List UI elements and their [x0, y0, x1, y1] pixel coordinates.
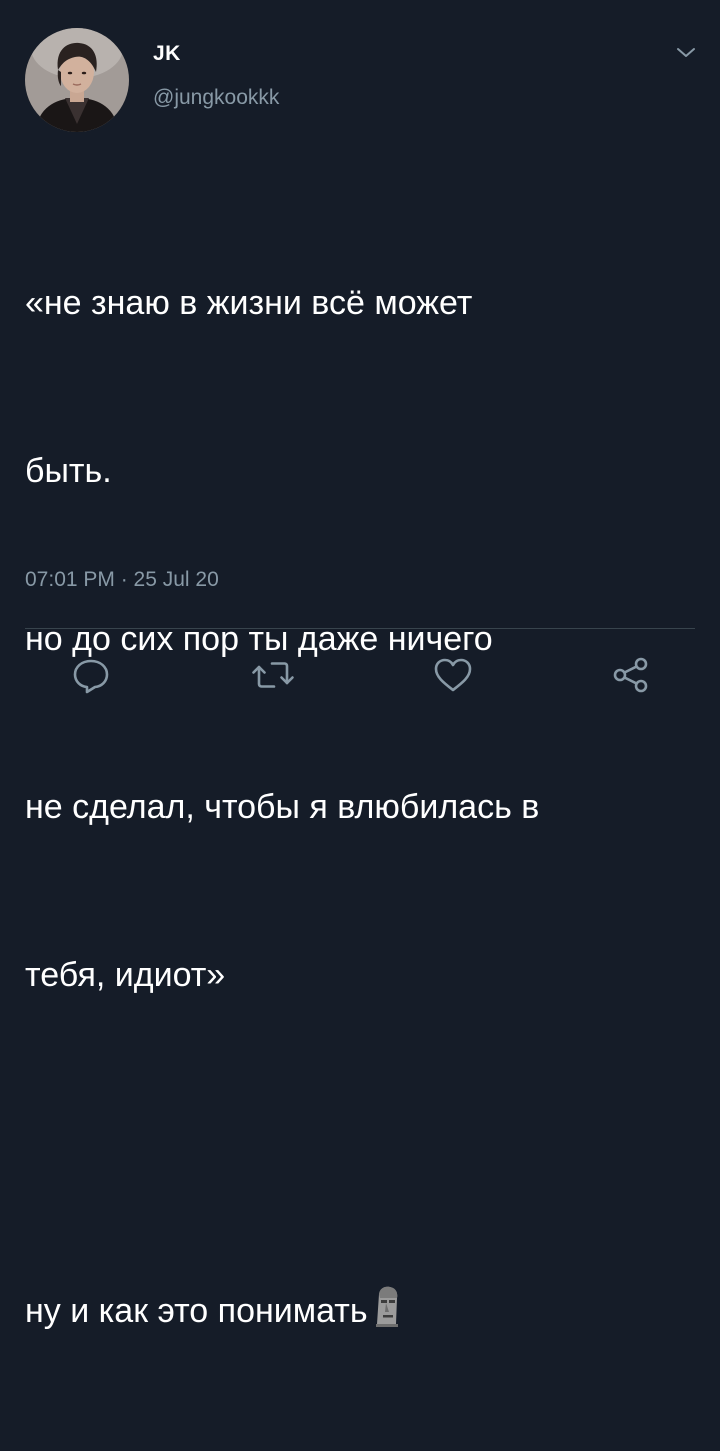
tweet-text-line: тебя, идиот» [25, 956, 226, 994]
tweet-timestamp[interactable]: 07:01 PM · 25 Jul 20 [25, 568, 219, 592]
tweet-text: «не знаю в жизни всё может быть. но до с… [25, 163, 705, 1451]
reply-button[interactable] [68, 652, 114, 698]
like-icon [434, 658, 472, 692]
share-button[interactable] [608, 652, 654, 698]
tweet-text-line: ну и как это понимать [25, 1283, 705, 1339]
avatar-image [25, 28, 129, 132]
reply-icon [73, 659, 109, 694]
moai-emoji-icon [372, 1284, 402, 1328]
tweet-text-line: не сделал, чтобы я влюбилась в [25, 788, 540, 826]
paragraph-break [25, 1115, 705, 1171]
tweet-text-line: «не знаю в жизни всё может [25, 284, 473, 322]
display-name[interactable]: JK [153, 42, 181, 66]
retweet-icon [252, 662, 294, 688]
tweet-text-line: но до сих пор ты даже ничего [25, 620, 493, 658]
tweet-text-line: быть. [25, 452, 112, 490]
tweet-card: JK @jungkookkk «не знаю в жизни всё може… [0, 0, 720, 1330]
avatar[interactable] [25, 28, 129, 132]
tweet-text-last-line: ну и как это понимать [25, 1292, 368, 1330]
user-handle[interactable]: @jungkookkk [153, 86, 279, 110]
like-button[interactable] [430, 652, 476, 698]
divider [25, 628, 695, 629]
share-icon [613, 657, 648, 693]
chevron-down-icon[interactable] [672, 40, 700, 64]
retweet-button[interactable] [250, 652, 296, 698]
bottom-edge [0, 718, 720, 734]
